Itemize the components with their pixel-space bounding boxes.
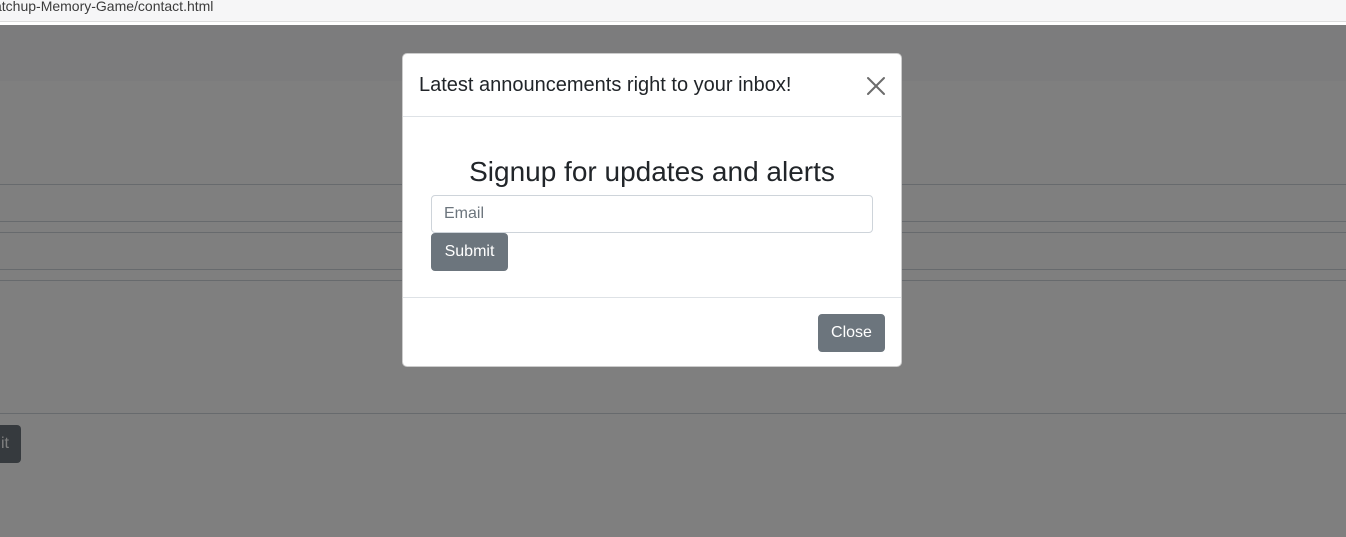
close-x-button[interactable] — [865, 75, 887, 97]
signup-heading: Signup for updates and alerts — [469, 156, 835, 187]
close-x-icon — [865, 75, 887, 97]
modal-header: Latest announcements right to your inbox… — [403, 54, 901, 117]
browser-address-bar[interactable]: atchup-Memory-Game/contact.html — [0, 0, 1346, 22]
email-input[interactable] — [431, 195, 873, 233]
submit-button[interactable]: Submit — [431, 233, 508, 271]
modal-title: Latest announcements right to your inbox… — [419, 74, 792, 96]
signup-modal: Latest announcements right to your inbox… — [402, 53, 902, 367]
close-button[interactable]: Close — [818, 314, 885, 352]
modal-footer: Close — [403, 297, 901, 366]
modal-body: Signup for updates and alerts Submit — [403, 117, 901, 297]
url-text: atchup-Memory-Game/contact.html — [0, 0, 214, 14]
